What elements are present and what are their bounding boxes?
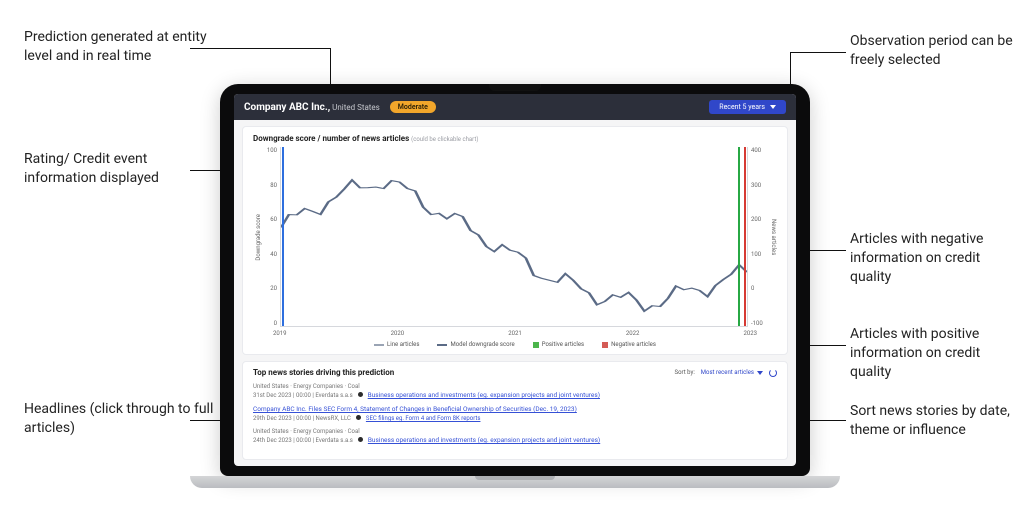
legend-pos[interactable]: Positive articles: [533, 341, 584, 348]
annot-positive: Articles with positive information on cr…: [850, 325, 1024, 382]
y-axis-right: 400 300 200 100 0 -100: [748, 147, 768, 327]
laptop-mock: Company ABC Inc., United States Moderate…: [220, 84, 810, 488]
story-dateline: 31st Dec 2023 | 00:00 | Everdata s.a.s: [253, 392, 353, 399]
news-title: Top news stories driving this prediction: [253, 368, 394, 377]
annot-period: Observation period can be freely selecte…: [850, 32, 1024, 70]
sort-label: Sort by:: [675, 369, 695, 376]
chart-title: Downgrade score / number of news article…: [253, 134, 409, 143]
y-axis-label-left: Downgrade score: [253, 214, 262, 261]
bullet-icon: [358, 437, 363, 442]
legend-score[interactable]: Model downgrade score: [437, 341, 514, 348]
news-story[interactable]: Company ABC Inc. Files SEC Form 4, State…: [253, 405, 777, 422]
x-axis: 2019 2020 2021 2022 2023: [253, 327, 777, 337]
sort-select[interactable]: Most recent articles: [701, 369, 763, 376]
app-screen: Company ABC Inc., United States Moderate…: [234, 94, 796, 466]
company-name-text: Company ABC Inc.,: [244, 102, 330, 113]
bullet-icon: [358, 392, 363, 397]
news-story[interactable]: United States · Energy Companies · Coal …: [253, 383, 777, 399]
news-panel: Top news stories driving this prediction…: [242, 361, 788, 460]
annot-sort: Sort news stories by date, theme or infl…: [850, 402, 1024, 440]
chart-line: [281, 147, 747, 326]
story-dateline: 24th Dec 2023 | 00:00 | Everdata s.a.s: [253, 437, 353, 444]
bullet-icon: [356, 415, 361, 420]
story-dateline: 29th Dec 2023 | 00:00 | NewsRX, LLC: [253, 415, 351, 422]
news-story[interactable]: United States · Energy Companies · Coal …: [253, 428, 777, 444]
leader: [190, 48, 330, 49]
laptop-notch: [489, 84, 541, 91]
story-headline-link[interactable]: Company ABC Inc. Files SEC Form 4, State…: [253, 405, 777, 413]
laptop-base: [190, 476, 840, 488]
rating-badge: Moderate: [390, 101, 436, 113]
company-name: Company ABC Inc., United States: [244, 102, 380, 113]
chevron-down-icon: [757, 371, 763, 375]
annot-prediction: Prediction generated at entity level and…: [24, 28, 214, 66]
story-headline-link[interactable]: Business operations and investments (eg.…: [368, 436, 600, 444]
chart-area[interactable]: Downgrade score 100 80 60 40 20 0: [253, 147, 777, 327]
chart-legend: Line articles Model downgrade score Posi…: [253, 341, 777, 348]
y-axis-label-right: News articles: [768, 219, 777, 255]
annot-negative: Articles with negative information on cr…: [850, 230, 1024, 287]
chevron-down-icon: [770, 105, 776, 109]
refresh-icon[interactable]: [769, 369, 777, 377]
story-category-link[interactable]: SEC filings eg. Form 4 and Form 8K repor…: [366, 415, 481, 422]
legend-neg[interactable]: Negative articles: [602, 341, 656, 348]
event-marker-green[interactable]: [738, 147, 740, 326]
annot-headlines: Headlines (click through to full article…: [24, 400, 214, 438]
event-marker-blue[interactable]: [282, 147, 284, 326]
y-axis-left: 100 80 60 40 20 0: [262, 147, 280, 327]
chart-panel: Downgrade score / number of news article…: [242, 126, 788, 355]
chart-subtitle: (could be clickable chart): [411, 136, 478, 143]
event-marker-red[interactable]: [744, 147, 746, 326]
story-meta: United States · Energy Companies · Coal: [253, 383, 777, 390]
leader: [790, 52, 846, 53]
story-meta: United States · Energy Companies · Coal: [253, 428, 777, 435]
annot-rating: Rating/ Credit event information display…: [24, 150, 214, 188]
app-header: Company ABC Inc., United States Moderate…: [234, 94, 796, 120]
legend-line[interactable]: Line articles: [374, 341, 419, 348]
company-location: United States: [332, 103, 380, 112]
chart-plot[interactable]: [280, 147, 748, 327]
period-select-label: Recent 5 years: [719, 103, 765, 111]
news-sort[interactable]: Sort by: Most recent articles: [675, 369, 777, 377]
period-select[interactable]: Recent 5 years: [709, 100, 786, 114]
story-headline-link[interactable]: Business operations and investments (eg.…: [368, 391, 600, 399]
